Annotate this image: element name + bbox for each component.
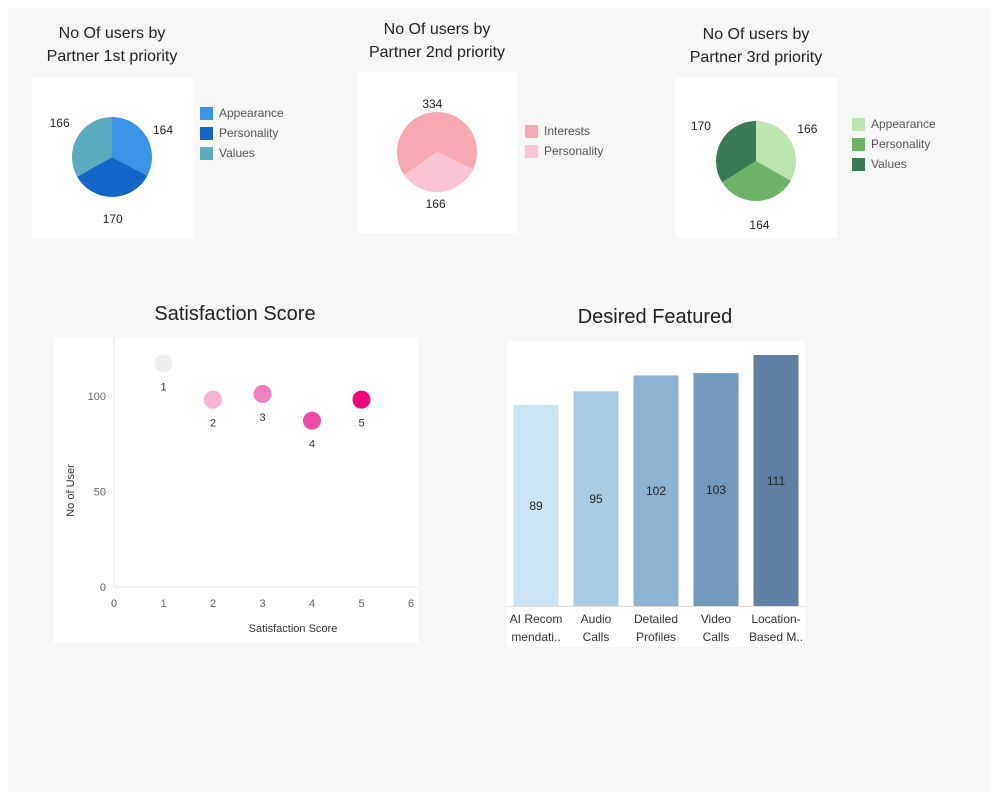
- pie3-legend-label: Personality: [871, 137, 931, 151]
- bar-category-label-line: Calls: [582, 630, 610, 644]
- pie3-value-label: 166: [797, 122, 817, 136]
- pie3-legend: Appearance Personality Values: [852, 114, 936, 174]
- bar-category-label-line: AI Recom: [509, 612, 563, 626]
- pie3-value-label: 164: [749, 218, 769, 232]
- scatter-point-label: 2: [210, 418, 216, 430]
- scatter-point-label: 5: [358, 418, 364, 430]
- pie1-card: 164 170 166: [32, 78, 193, 238]
- bar-category-label-line: Location-: [751, 612, 801, 626]
- pie1-legend-item[interactable]: Personality: [200, 123, 284, 143]
- scatter-chart[interactable]: 0 50 100 0 1 2 3 4 5 6 Satisfaction Score No of Use…: [54, 338, 418, 643]
- pie2-title-line1: No Of users by: [383, 21, 491, 38]
- pie1-value-label: 164: [153, 123, 173, 137]
- bar-category-label: Detailed Profiles: [626, 610, 686, 646]
- pie3-title-line1: No Of users by: [702, 26, 810, 43]
- bar-value-label: 95: [589, 492, 603, 506]
- scatter-y-axis-label: No of User: [65, 464, 77, 517]
- scatter-card: 0 50 100 0 1 2 3 4 5 6 Satisfaction Score No of Use…: [54, 338, 418, 643]
- bar-category-label: AI Recom mendati..: [506, 610, 566, 646]
- pie2-title: No Of users by Partner 2nd priority: [345, 18, 529, 64]
- bar-category-label-line: mendati..: [511, 630, 561, 644]
- bar-category-label: Location- Based M..: [746, 610, 806, 646]
- pie2-title-line2: Partner 2nd priority: [368, 44, 506, 61]
- pie2-legend-swatch: [525, 124, 538, 138]
- bar-category-label: Video Calls: [686, 610, 746, 646]
- pie1-legend-item[interactable]: Appearance: [200, 103, 284, 123]
- scatter-point-label: 4: [309, 439, 315, 451]
- pie2-legend-swatch: [525, 144, 538, 158]
- pie1-legend-swatch: [200, 126, 213, 140]
- pie1-chart[interactable]: 164 170 166: [32, 78, 193, 238]
- scatter-x-tick: 6: [408, 598, 414, 610]
- pie3-legend-swatch: [852, 137, 865, 151]
- pie1-legend-label: Appearance: [219, 106, 284, 120]
- pie3-card: 166 164 170: [676, 78, 837, 238]
- pie1-legend-item[interactable]: Values: [200, 143, 284, 163]
- scatter-x-tick: 5: [358, 598, 364, 610]
- bar-category-label-line: Video: [700, 612, 732, 626]
- pie1-legend-swatch: [200, 106, 213, 120]
- scatter-point[interactable]: [253, 384, 272, 403]
- scatter-point[interactable]: [154, 354, 173, 373]
- pie1-value-label: 166: [50, 116, 70, 130]
- scatter-title: Satisfaction Score: [154, 303, 316, 325]
- pie2-legend-item[interactable]: Interests: [525, 121, 603, 141]
- scatter-x-tick: 1: [160, 598, 166, 610]
- scatter-point-label: 3: [259, 412, 265, 424]
- pie2-legend-item[interactable]: Personality: [525, 141, 603, 161]
- pie3-legend-swatch: [852, 157, 865, 171]
- bars-title: Desired Featured: [577, 306, 733, 328]
- pie2-legend-label: Personality: [544, 144, 604, 158]
- scatter-x-tick: 4: [309, 598, 315, 610]
- pie1-legend-swatch: [200, 146, 213, 160]
- bar-value-label: 102: [646, 484, 666, 498]
- scatter-x-tick: 0: [111, 598, 117, 610]
- pie1-title: No Of users by Partner 1st priority: [20, 22, 204, 68]
- pie1-legend: Appearance Personality Values: [200, 103, 284, 163]
- pie3-chart[interactable]: 166 164 170: [676, 78, 837, 238]
- scatter-point-label: 1: [160, 381, 166, 393]
- pie3-title: No Of users by Partner 3rd priority: [664, 23, 848, 69]
- pie3-legend-label: Appearance: [871, 117, 936, 131]
- pie3-legend-swatch: [852, 117, 865, 131]
- bar-chart[interactable]: 89 95 102 103 111: [506, 341, 806, 607]
- pie2-chart[interactable]: 334 166: [357, 72, 518, 233]
- pie1-title-line1: No Of users by: [58, 25, 166, 42]
- pie3-legend-label: Values: [871, 157, 907, 171]
- pie2-card: 334 166: [357, 72, 518, 233]
- scatter-y-tick: 0: [100, 582, 106, 594]
- bar-category-label-line: Detailed: [633, 612, 679, 626]
- bar-category-label-line: Based M..: [748, 630, 804, 644]
- pie2-legend: Interests Personality: [525, 121, 603, 161]
- bar-category-label-line: Calls: [702, 630, 730, 644]
- pie3-legend-item[interactable]: Values: [852, 154, 936, 174]
- scatter-point[interactable]: [204, 390, 222, 409]
- pie1-legend-label: Personality: [219, 126, 279, 140]
- pie2-value-label: 166: [426, 197, 446, 211]
- scatter-y-tick: 50: [94, 486, 106, 498]
- pie2-legend-label: Interests: [544, 124, 591, 138]
- bar-value-label: 111: [767, 474, 786, 488]
- pie2-value-label: 334: [422, 97, 442, 111]
- scatter-point[interactable]: [303, 411, 321, 430]
- scatter-x-tick: 2: [210, 598, 216, 610]
- scatter-x-tick: 3: [259, 598, 265, 610]
- pie1-value-label: 170: [103, 212, 123, 226]
- scatter-x-axis-label: Satisfaction Score: [249, 623, 338, 635]
- pie3-legend-item[interactable]: Personality: [852, 134, 936, 154]
- scatter-point[interactable]: [352, 390, 371, 409]
- bar-value-label: 103: [706, 483, 726, 497]
- pie3-value-label: 170: [691, 119, 711, 133]
- bar-category-label: Audio Calls: [566, 610, 626, 646]
- pie1-title-line2: Partner 1st priority: [46, 48, 178, 65]
- pie1-legend-label: Values: [219, 146, 255, 160]
- bar-category-label-line: Audio: [580, 612, 612, 626]
- bars-card: 89 95 102 103 111 AI Recom mendati.. Audio Call…: [506, 341, 806, 647]
- bar-category-label-line: Profiles: [635, 630, 676, 644]
- pie3-legend-item[interactable]: Appearance: [852, 114, 936, 134]
- pie3-title-line2: Partner 3rd priority: [689, 49, 823, 66]
- bar-value-label: 89: [529, 499, 543, 513]
- scatter-y-tick: 100: [88, 391, 106, 403]
